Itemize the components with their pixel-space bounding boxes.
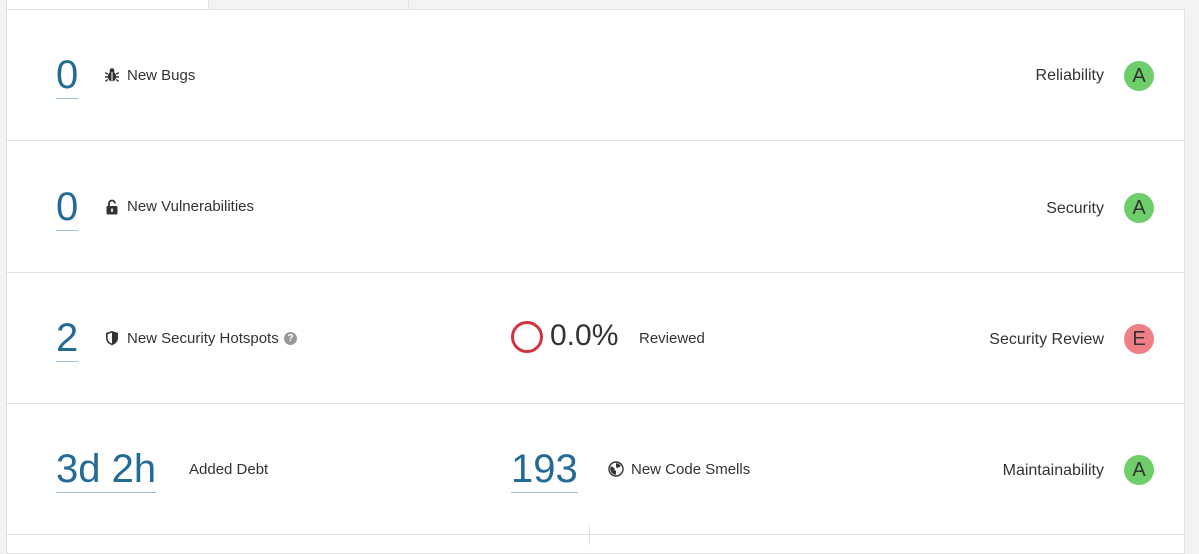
radiation-icon: [608, 461, 624, 477]
reviewed-percentage[interactable]: 0.0%: [550, 319, 618, 353]
maintainability-rating-badge[interactable]: A: [1124, 455, 1154, 485]
security-rating-badge[interactable]: A: [1124, 193, 1154, 223]
hotspots-row: 2 New Security Hotspots ? 0.0% Reviewed …: [7, 273, 1184, 404]
shield-icon: [106, 331, 118, 346]
reliability-label: Reliability: [1035, 67, 1104, 84]
new-vulnerabilities-label: New Vulnerabilities: [127, 198, 255, 215]
reliability-rating-badge[interactable]: A: [1124, 61, 1154, 91]
new-code-smells-count[interactable]: 193: [511, 447, 578, 493]
measures-panel: 0 New Bugs Reliability A 0 New Vulnerabi…: [6, 9, 1185, 554]
help-icon[interactable]: ?: [284, 332, 297, 345]
security-label: Security: [1046, 200, 1104, 217]
added-debt-label: Added Debt: [189, 461, 269, 478]
added-debt-value[interactable]: 3d 2h: [56, 447, 157, 493]
new-bugs-count[interactable]: 0: [56, 53, 79, 99]
tab-inactive[interactable]: [208, 0, 409, 9]
vulnerabilities-row: 0 New Vulnerabilities Security A: [7, 142, 1184, 273]
new-vulnerabilities-count[interactable]: 0: [56, 185, 79, 231]
new-code-smells-label: New Code Smells: [631, 461, 751, 478]
bugs-row: 0 New Bugs Reliability A: [7, 10, 1184, 141]
reviewed-label: Reviewed: [639, 330, 705, 347]
maintainability-label: Maintainability: [1002, 462, 1104, 479]
bottom-divider: [589, 525, 590, 545]
security-review-label: Security Review: [989, 331, 1104, 348]
reviewed-ring-icon: [511, 321, 543, 353]
maintainability-row: 3d 2h Added Debt 193 New Code Smells Mai…: [7, 404, 1184, 535]
unlock-icon: [106, 199, 118, 215]
new-hotspots-count[interactable]: 2: [56, 316, 79, 362]
new-bugs-label: New Bugs: [127, 67, 196, 84]
tab-bar: [0, 0, 1199, 9]
bug-icon: [104, 68, 120, 82]
tab-active[interactable]: [6, 0, 208, 9]
new-hotspots-label: New Security Hotspots: [127, 330, 279, 347]
security-review-rating-badge[interactable]: E: [1124, 324, 1154, 354]
